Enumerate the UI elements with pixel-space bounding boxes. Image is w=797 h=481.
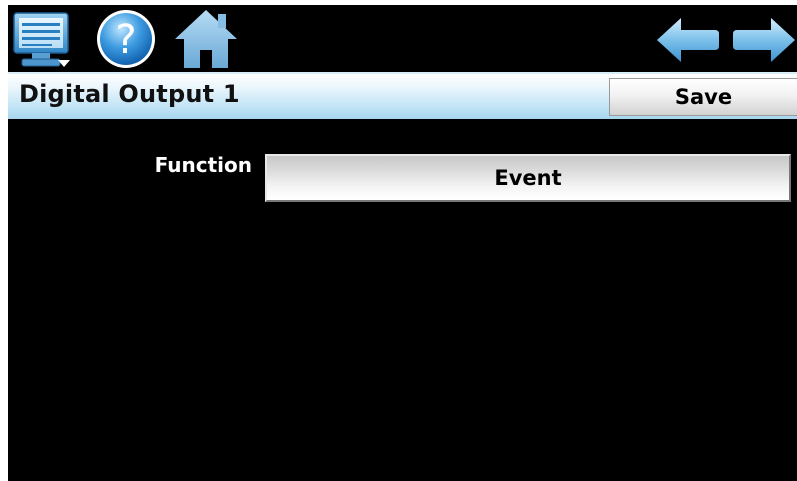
help-icon[interactable]: ?	[94, 7, 158, 71]
function-label: Function	[154, 153, 252, 177]
toolbar: ?	[8, 5, 797, 71]
page-title: Digital Output 1	[19, 80, 240, 108]
save-button[interactable]: Save	[609, 78, 797, 116]
monitor-menu-icon[interactable]	[12, 10, 74, 70]
page-header: Digital Output 1 Save	[8, 72, 797, 119]
home-icon[interactable]	[173, 8, 239, 70]
function-select-button[interactable]: Event	[265, 154, 791, 202]
hmi-screen: ? Digital Output 1 Save Function Event	[8, 5, 797, 481]
forward-arrow-icon[interactable]	[731, 15, 797, 65]
back-arrow-icon[interactable]	[655, 15, 721, 65]
help-glyph: ?	[115, 17, 136, 63]
